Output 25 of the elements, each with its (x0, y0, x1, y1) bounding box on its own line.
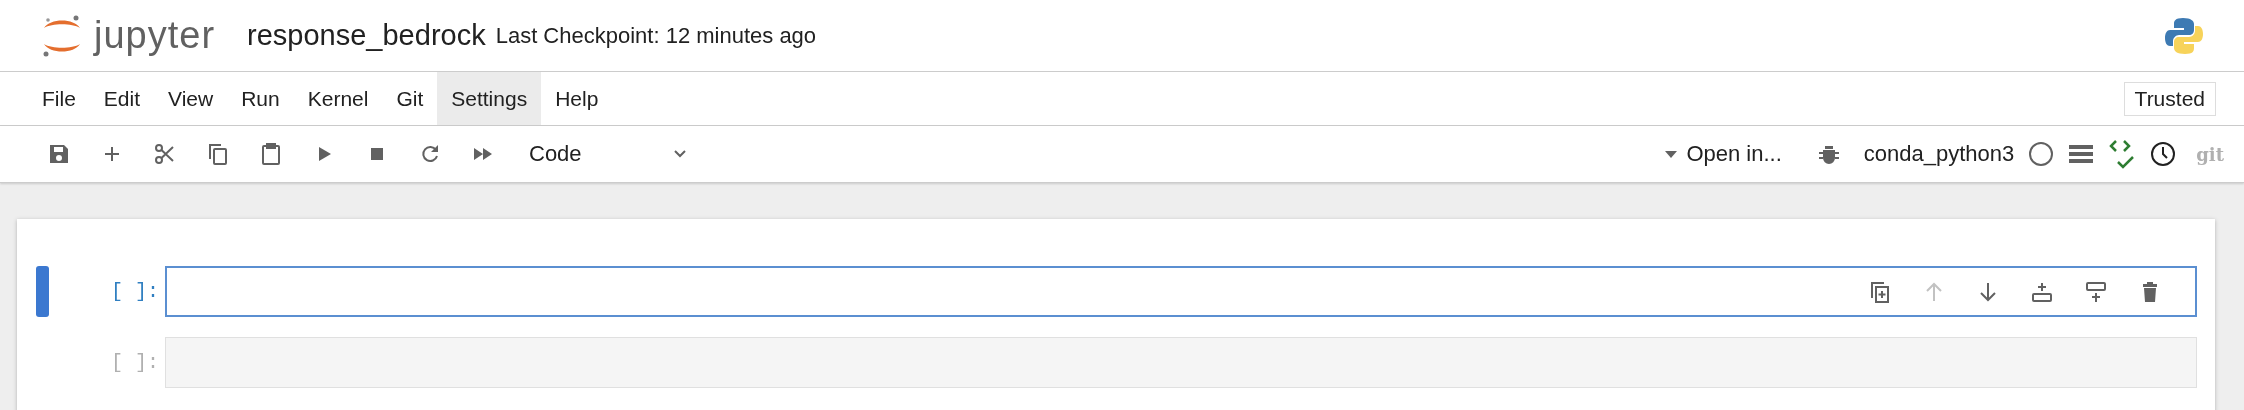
caret-down-icon (1664, 149, 1679, 159)
duplicate-icon (1868, 279, 1892, 304)
code-cell-input[interactable] (165, 266, 2197, 317)
trusted-button[interactable]: Trusted (2123, 81, 2216, 116)
python-logo-icon (2164, 15, 2204, 56)
menu-item[interactable]: Git (382, 72, 438, 125)
checkpoint-status: Last Checkpoint: 12 minutes ago (495, 22, 817, 49)
list-icon[interactable] (2068, 143, 2095, 165)
logo-text: jupyter (94, 14, 216, 57)
clock-icon[interactable] (2150, 141, 2177, 167)
menu-item[interactable]: File (28, 72, 90, 125)
active-cell-indicator (36, 266, 49, 317)
menu-item[interactable]: Edit (89, 72, 155, 125)
cell-prompt: [ ]: (110, 350, 160, 376)
menu-item[interactable]: Help (541, 72, 613, 125)
cell-type-dropdown[interactable]: Code (523, 137, 694, 171)
menu-item[interactable]: Kernel (293, 72, 383, 125)
cell-prompt: [ ]: (110, 279, 160, 305)
menu-item[interactable]: Settings (437, 72, 542, 125)
open-in-dropdown[interactable]: Open in... (1658, 140, 1788, 168)
notebook-title[interactable]: response_bedrock (247, 19, 486, 52)
menu-item[interactable]: View (154, 72, 228, 125)
menu-item[interactable]: Run (227, 72, 294, 125)
insert-below-icon (2084, 279, 2108, 304)
kernel-name[interactable]: conda_python3 (1857, 140, 2021, 168)
